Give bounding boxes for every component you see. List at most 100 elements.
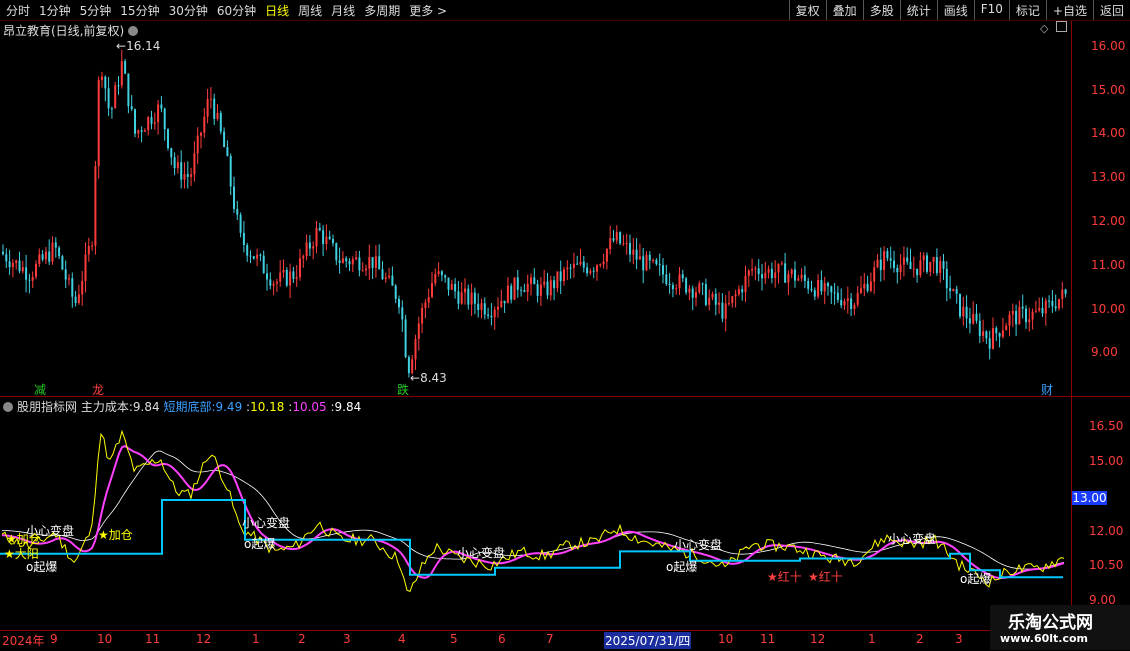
statistics-button[interactable]: 统计 [899,0,937,20]
date-tick: 6 [498,632,506,646]
candle-body [470,292,473,305]
candle-body [556,271,559,289]
candle-body [800,274,803,279]
candle-body [1041,307,1044,314]
candle-body [671,285,674,290]
annotation-add-label: 加仓 [108,528,133,542]
indicator-tick: 15.00 [1089,454,1124,468]
candle-body [1018,306,1021,325]
add-watchlist-button[interactable]: +自选 [1045,0,1093,20]
candle-body [978,320,981,336]
mark-button[interactable]: 标记 [1008,0,1046,20]
candle-body [322,230,325,245]
candle-body [351,259,354,265]
candle-body [101,76,103,80]
candle-body [249,255,252,257]
candle-body [77,294,80,303]
candle-body [681,274,684,279]
candle-body [213,98,216,119]
tab-weekly[interactable]: 周线 [298,2,322,19]
candle-body [464,288,466,293]
candle-body [308,242,311,249]
candle-body [384,277,387,280]
candle-body [906,257,909,262]
chevron-right-icon: > [437,4,448,18]
candle-body [454,283,457,292]
tab-daily[interactable]: 日线 [265,2,289,19]
candle-body [160,104,163,109]
candle-body [473,292,476,304]
tab-monthly[interactable]: 月线 [331,2,355,19]
tab-more[interactable]: 更多 > [409,2,447,19]
candle-body [127,73,130,107]
tab-15min[interactable]: 15分钟 [120,2,159,19]
candle-body [902,257,905,265]
indicator-tick: 10.50 [1089,558,1124,572]
candle-body [975,313,978,321]
date-tick: 7 [546,632,554,646]
candle-body [1015,310,1018,325]
candle-body [25,267,28,280]
candle-body [233,186,235,209]
candle-body [417,323,420,339]
candle-body [767,268,770,273]
overlay-button[interactable]: 叠加 [825,0,863,20]
candle-body [553,280,556,289]
candle-body [932,257,935,262]
indicator-chart [0,429,1065,593]
restore-rights-button[interactable]: 复权 [788,0,826,20]
multi-stock-button[interactable]: 多股 [862,0,900,20]
f10-button[interactable]: F10 [973,0,1009,20]
candle-body [883,251,886,271]
candle-body [120,61,123,86]
candle-body [652,259,655,261]
candle-body [239,214,242,233]
candle-body [295,277,298,279]
candle-body [299,258,301,278]
tab-fenshi[interactable]: 分时 [6,2,30,19]
candle-body [513,277,516,300]
tab-30min[interactable]: 30分钟 [169,2,208,19]
candle-body [929,261,932,272]
candle-body [170,148,173,158]
candle-body [318,227,321,231]
candle-body [998,333,1001,337]
candle-body [206,99,209,117]
candle-body [678,274,681,289]
tab-more-label: 更多 [409,4,434,18]
candle-body [704,284,707,305]
annotation-red-cross-label: 红十 [818,570,843,584]
candle-body [48,251,51,262]
tab-60min[interactable]: 60分钟 [217,2,256,19]
candle-body [252,256,255,259]
candle-body [962,306,965,317]
candle-body [714,293,717,305]
candle-body [431,283,433,297]
candle-body [645,254,648,271]
candle-body [124,61,127,74]
tab-multi-period[interactable]: 多周期 [364,2,400,19]
tab-5min[interactable]: 5分钟 [80,2,112,19]
candle-body [635,249,638,260]
candle-body [827,283,829,287]
candle-body [279,272,282,282]
candle-body [381,269,384,280]
candle-body [216,112,219,119]
candle-body [642,256,645,271]
candle-body [955,289,958,294]
draw-line-button[interactable]: 画线 [936,0,974,20]
candle-body [701,283,704,285]
candle-body [648,254,651,261]
candle-body [784,263,787,283]
candle-body [229,155,232,187]
tab-1min[interactable]: 1分钟 [39,2,71,19]
candle-body [770,268,773,279]
candle-body [5,254,8,262]
candle-body [1008,314,1011,326]
candle-body [632,249,635,255]
annotation-caution: 小心变盘 [888,532,937,546]
toolbar: 分时 1分钟 5分钟 15分钟 30分钟 60分钟 日线 周线 月线 多周期 更… [0,0,1130,21]
candle-body [209,98,212,100]
back-button[interactable]: 返回 [1092,0,1130,20]
candle-body [790,269,793,275]
